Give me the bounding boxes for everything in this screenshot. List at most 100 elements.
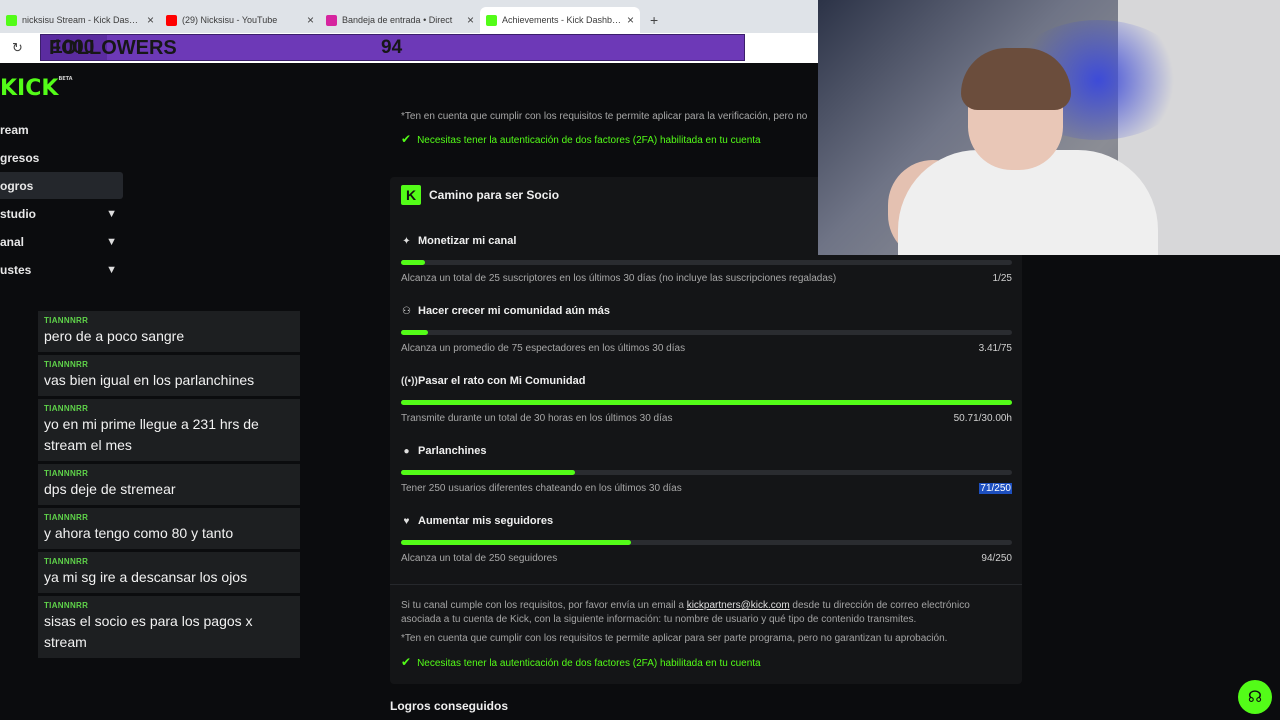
chat-message: TIANNNRR vas bien igual en los parlanchin… xyxy=(38,355,300,396)
webcam-feed xyxy=(818,0,1280,255)
browser-tab[interactable]: (29) Nicksisu - YouTube × xyxy=(160,7,320,33)
check-icon: ✔ xyxy=(401,132,412,146)
logo-beta: BETA xyxy=(58,76,73,82)
support-chat-icon[interactable]: ☊ xyxy=(1238,680,1272,714)
goal-title: Parlanchines xyxy=(418,445,487,457)
sidebar-item[interactable]: studio ▼ xyxy=(0,200,123,227)
kick-logo[interactable]: KICKBETA xyxy=(0,76,73,101)
partner-goal: ((•)) Pasar el rato con Mi Comunidad Trans… xyxy=(401,375,1012,424)
goal-header: ((•)) Pasar el rato con Mi Comunidad xyxy=(401,375,1012,387)
tab-favicon-icon xyxy=(486,14,497,26)
goal-progress-fill xyxy=(401,540,631,545)
goal-title: Aumentar mis seguidores xyxy=(418,515,554,527)
goal-progress-value: 50.71/30.00h xyxy=(953,413,1012,424)
partner-card-header: K Camino para ser Socio xyxy=(401,185,559,205)
chat-text: ya mi sg ire a descansar los ojos xyxy=(44,569,248,585)
goal-description: Tener 250 usuarios diferentes chateando … xyxy=(401,483,682,494)
chat-message: TIANNNRR pero de a poco sangre xyxy=(38,311,300,352)
tab-title: Bandeja de entrada • Direct xyxy=(342,15,453,25)
goal-progress-bar xyxy=(401,260,1012,265)
goal-progress-fill xyxy=(401,330,429,335)
browser-tab[interactable]: nicksisu Stream - Kick Dashboard × xyxy=(0,7,160,33)
browser-tab[interactable]: Bandeja de entrada • Direct × xyxy=(320,7,480,33)
goal-description-row: Tener 250 usuarios diferentes chateando … xyxy=(401,483,1012,494)
goal-progress-fill xyxy=(401,470,575,475)
goal-progress-value: 71/250 xyxy=(979,483,1012,494)
new-tab-button[interactable]: + xyxy=(640,7,668,33)
goal-header: ♥ Aumentar mis seguidores xyxy=(401,515,1012,527)
chat-username[interactable]: TIANNNRR xyxy=(44,360,294,369)
divider xyxy=(390,584,1022,585)
goal-description: Alcanza un total de 250 seguidores xyxy=(401,553,558,564)
chat-username[interactable]: TIANNNRR xyxy=(44,601,294,610)
chat-username[interactable]: TIANNNRR xyxy=(44,404,294,413)
goal-header: ● Parlanchines xyxy=(401,445,1012,457)
followers-goal-overlay: FOLLOWERS 94 1000 xyxy=(40,34,745,61)
browser-tab[interactable]: Achievements - Kick Dashboard × xyxy=(480,7,640,33)
chat-bubble-icon: ● xyxy=(403,445,410,457)
partner-requirement-text: Necesitas tener la autenticación de dos … xyxy=(417,658,761,669)
achievements-heading: Logros conseguidos xyxy=(390,699,509,713)
sidebar-item-label: ustes xyxy=(0,262,32,277)
chat-text: dps deje de stremear xyxy=(44,481,176,497)
sidebar-item-label: ream xyxy=(0,122,29,137)
goal-progress-value: 3.41/75 xyxy=(978,343,1012,354)
goal-progress-value: 1/25 xyxy=(992,273,1012,284)
sparkle-icon: ✦ xyxy=(402,235,411,247)
community-icon: ⚇ xyxy=(402,305,411,317)
goal-header: ⚇ Hacer crecer mi comunidad aún más xyxy=(401,305,1012,317)
partner-note: *Ten en cuenta que cumplir con los requi… xyxy=(401,633,948,644)
chat-message: TIANNNRR ya mi sg ire a descansar los ojo… xyxy=(38,552,300,593)
close-tab-icon[interactable]: × xyxy=(307,13,314,27)
chevron-down-icon[interactable]: ▼ xyxy=(106,264,117,276)
chevron-down-icon[interactable]: ▼ xyxy=(106,236,117,248)
goal-progress-fill xyxy=(401,260,426,265)
chat-username[interactable]: TIANNNRR xyxy=(44,513,294,522)
heart-icon: ♥ xyxy=(403,515,410,527)
partner-goal: ⚇ Hacer crecer mi comunidad aún más Alcanz… xyxy=(401,305,1012,354)
chat-message: TIANNNRR yo en mi prime llegue a 231 hrs … xyxy=(38,399,300,461)
goal-title: Monetizar mi canal xyxy=(418,235,517,247)
close-tab-icon[interactable]: × xyxy=(467,13,474,27)
goal-progress-bar xyxy=(401,330,1012,335)
tab-title: Achievements - Kick Dashboard xyxy=(502,15,623,25)
goal-progress-fill xyxy=(401,400,1012,405)
tab-favicon-icon xyxy=(6,14,17,26)
chat-message: TIANNNRR y ahora tengo como 80 y tanto xyxy=(38,508,300,549)
instructions-pre: Si tu canal cumple con los requisitos, p… xyxy=(401,600,687,611)
verification-requirement: ✔ Necesitas tener la autenticación de dos… xyxy=(401,132,761,146)
check-icon: ✔ xyxy=(401,655,412,669)
goal-progress-value: 94/250 xyxy=(981,553,1012,564)
tab-favicon-icon xyxy=(166,14,177,26)
partner-instructions: Si tu canal cumple con los requisitos, p… xyxy=(401,599,1001,627)
chat-text: y ahora tengo como 80 y tanto xyxy=(44,525,234,541)
chat-text: pero de a poco sangre xyxy=(44,328,185,344)
goal-progress-bar xyxy=(401,400,1012,405)
sidebar-item-label: ogros xyxy=(0,178,34,193)
close-tab-icon[interactable]: × xyxy=(147,13,154,27)
kick-badge-icon: K xyxy=(401,185,421,205)
goal-description: Transmite durante un total de 30 horas e… xyxy=(401,413,673,424)
chat-username[interactable]: TIANNNRR xyxy=(44,469,294,478)
partner-requirement: ✔ Necesitas tener la autenticación de dos… xyxy=(401,655,1001,671)
partner-goal: ♥ Aumentar mis seguidores Alcanza un total… xyxy=(401,515,1012,564)
goal-title: Hacer crecer mi comunidad aún más xyxy=(418,305,610,317)
partner-card-title: Camino para ser Socio xyxy=(429,188,560,202)
chat-username[interactable]: TIANNNRR xyxy=(44,557,294,566)
sidebar-item[interactable]: gresos xyxy=(0,144,123,171)
sidebar-item[interactable]: ream xyxy=(0,116,123,143)
goal-description-row: Alcanza un promedio de 75 espectadores e… xyxy=(401,343,1012,354)
sidebar-item[interactable]: anal ▼ xyxy=(0,228,123,255)
chevron-down-icon[interactable]: ▼ xyxy=(106,208,117,220)
sidebar-item-label: studio xyxy=(0,206,36,221)
close-tab-icon[interactable]: × xyxy=(627,13,634,27)
verification-note: *Ten en cuenta que cumplir con los requi… xyxy=(401,111,808,122)
sidebar-item-label: anal xyxy=(0,234,25,249)
partner-email-link[interactable]: kickpartners@kick.com xyxy=(687,600,790,611)
sidebar-item[interactable]: ogros xyxy=(0,172,123,199)
goal-description-row: Transmite durante un total de 30 horas e… xyxy=(401,413,1012,424)
chat-username[interactable]: TIANNNRR xyxy=(44,316,294,325)
sidebar-nav: ream gresos ogros studio ▼ anal ▼ ustes ▼ xyxy=(0,116,123,284)
sidebar-item[interactable]: ustes ▼ xyxy=(0,256,123,283)
reload-icon[interactable]: ↻ xyxy=(12,40,23,56)
